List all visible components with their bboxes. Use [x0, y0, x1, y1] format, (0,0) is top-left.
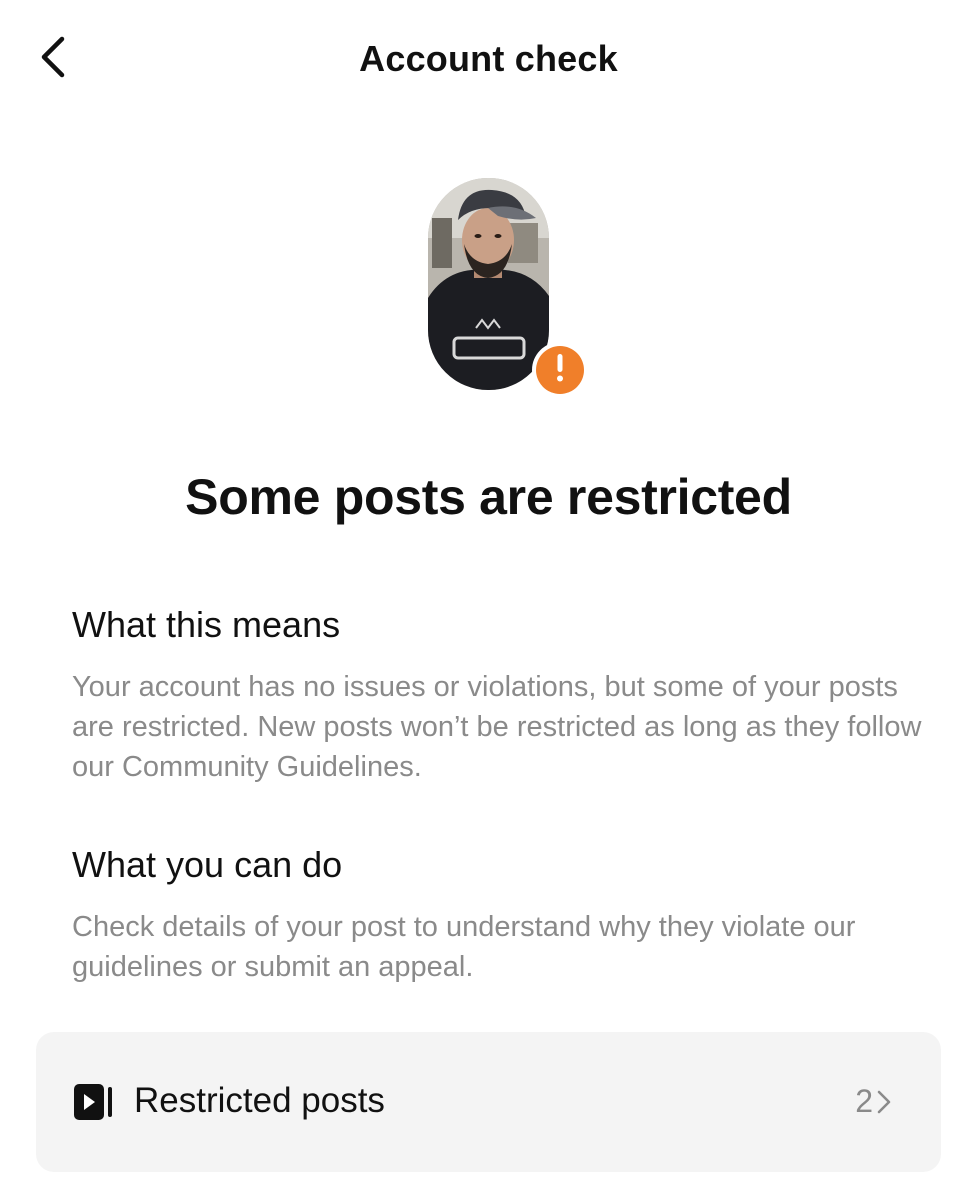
page-title: Account check — [359, 38, 618, 79]
section-body-what-you-can-do: Check details of your post to understand… — [72, 911, 856, 983]
avatar — [428, 178, 549, 390]
video-play-icon — [74, 1084, 114, 1125]
restricted-posts-count: 2 — [855, 1083, 873, 1119]
warning-badge — [532, 342, 588, 398]
section-title-what-this-means: What this means — [72, 604, 341, 645]
profile-avatar-container — [428, 178, 588, 398]
chevron-right-icon — [877, 1090, 891, 1119]
section-title-what-you-can-do: What you can do — [72, 844, 343, 885]
status-headline: Some posts are restricted — [185, 469, 792, 525]
exclamation-icon — [555, 353, 565, 387]
section-body-what-this-means: Your account has no issues or violations… — [72, 671, 922, 783]
restricted-posts-row[interactable]: Restricted posts 2 — [36, 1032, 941, 1172]
restricted-posts-label: Restricted posts — [134, 1081, 385, 1120]
